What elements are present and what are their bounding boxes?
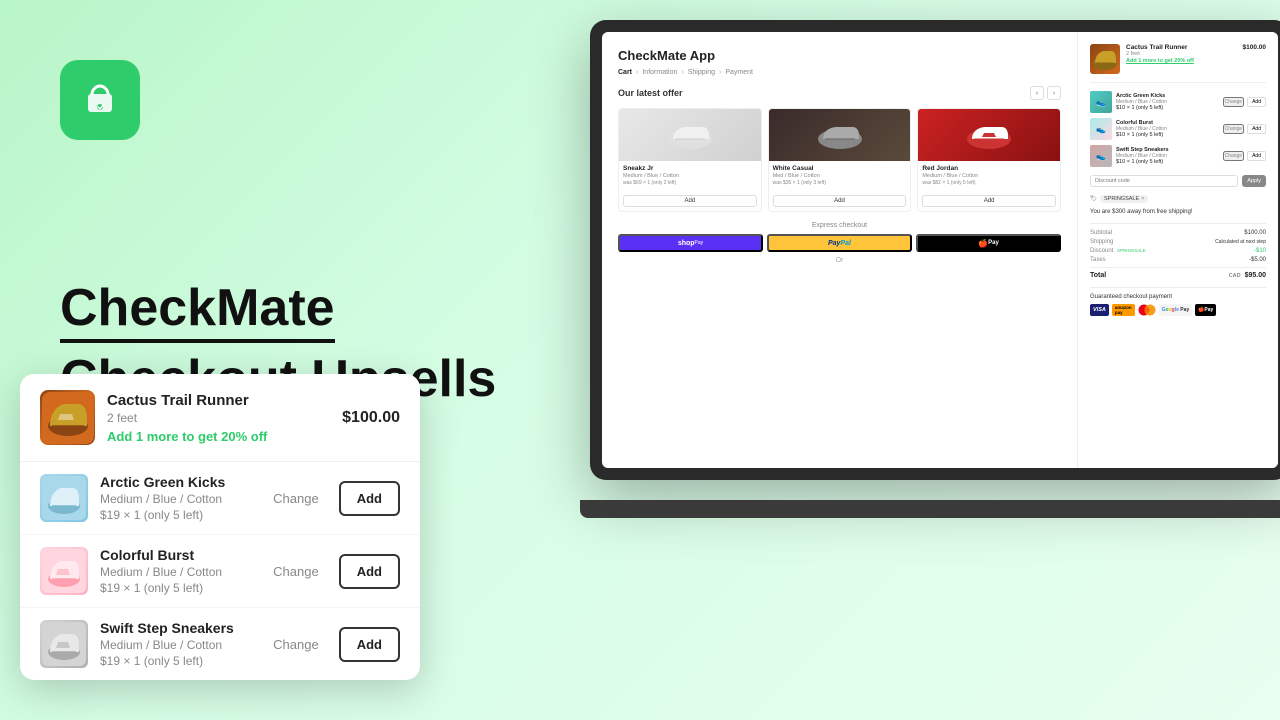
mini-item-image-1: 👟 xyxy=(1090,91,1112,113)
modal-change-button-1[interactable]: Change xyxy=(273,491,319,506)
visa-icon: VISA xyxy=(1090,304,1109,316)
shopay-button[interactable]: shopPay xyxy=(618,234,763,252)
mini-cart-item-1: 👟 Arctic Green Kicks Medium / Blue / Cot… xyxy=(1090,91,1266,113)
mini-item-info-3: Swift Step Sneakers Medium / Blue / Cott… xyxy=(1116,147,1219,165)
modal-item-info-2: Colorful Burst Medium / Blue / Cotton $1… xyxy=(100,547,261,595)
offer-nav: ‹ › xyxy=(1030,86,1061,100)
checkout-app-title: CheckMate App xyxy=(618,48,1061,63)
apple-pay-button[interactable]: 🍎 Pay xyxy=(916,234,1061,252)
or-divider: Or xyxy=(618,257,1061,264)
gpay-icon: Google Pay xyxy=(1159,304,1193,316)
express-checkout: Express checkout shopPay PayPal 🍎 Pay xyxy=(618,222,1061,264)
cart-main-item: Cactus Trail Runner 2 feet Add 1 more to… xyxy=(1090,44,1266,83)
mini-cart-item-3: 👟 Swift Step Sneakers Medium / Blue / Co… xyxy=(1090,145,1266,167)
modal-add-button-1[interactable]: Add xyxy=(339,481,400,516)
remove-coupon-button[interactable]: × xyxy=(1141,196,1144,202)
coupon-tag: 🏷 SPRINGSALE × xyxy=(1090,195,1266,203)
modal-add-button-3[interactable]: Add xyxy=(339,627,400,662)
product-image-3 xyxy=(918,109,1060,161)
product-grid: Sneakz Jr Medium / Blue / Cotton was $69… xyxy=(618,108,1061,212)
app-icon xyxy=(60,60,140,140)
modal-header: Cactus Trail Runner 2 feet Add 1 more to… xyxy=(20,374,420,462)
product-info-1: Sneakz Jr Medium / Blue / Cotton was $69… xyxy=(619,161,761,211)
product-info-2: White Casual Med / Blue / Cotton was $35… xyxy=(769,161,911,211)
checkout-right-panel: Cactus Trail Runner 2 feet Add 1 more to… xyxy=(1078,32,1278,468)
next-button[interactable]: › xyxy=(1047,86,1061,100)
prev-button[interactable]: ‹ xyxy=(1030,86,1044,100)
change-link-2[interactable]: Change xyxy=(1223,124,1245,134)
change-link-3[interactable]: Change xyxy=(1223,151,1245,161)
mini-add-button-3[interactable]: Add xyxy=(1247,151,1266,161)
amazon-pay-icon: amazonpay xyxy=(1112,304,1135,316)
product-card-2: White Casual Med / Blue / Cotton was $35… xyxy=(768,108,912,212)
mini-add-button-1[interactable]: Add xyxy=(1247,97,1266,107)
taxes-row: Taxes -$5.00 xyxy=(1090,257,1266,263)
cart-main-item-details: Cactus Trail Runner 2 feet Add 1 more to… xyxy=(1126,44,1237,64)
modal-item-image-2 xyxy=(40,547,88,595)
product-image-2 xyxy=(769,109,911,161)
right-section: CheckMate App Cart › Information › Shipp… xyxy=(500,0,1280,720)
modal-add-button-2[interactable]: Add xyxy=(339,554,400,589)
product-image-1 xyxy=(619,109,761,161)
mini-item-image-2: 👟 xyxy=(1090,118,1112,140)
guaranteed-section: Guaranteed checkout payment VISA amazonp… xyxy=(1090,287,1266,316)
discount-input[interactable] xyxy=(1090,175,1238,187)
laptop-screen: CheckMate App Cart › Information › Shipp… xyxy=(602,32,1278,468)
product-card-3: Red Jordan Medium / Blue / Cotton was $8… xyxy=(917,108,1061,212)
payment-icons: VISA amazonpay Google xyxy=(1090,304,1266,316)
modal-change-button-2[interactable]: Change xyxy=(273,564,319,579)
subtotal-row: Subtotal $100.00 xyxy=(1090,230,1266,236)
modal-item-3: Swift Step Sneakers Medium / Blue / Cott… xyxy=(20,608,420,680)
modal-product-image xyxy=(40,390,95,445)
modal-item-image-3 xyxy=(40,620,88,668)
coupon-badge: SPRINGSALE × xyxy=(1100,195,1148,203)
apple-pay-cart-icon: 🍎Pay xyxy=(1195,304,1216,316)
laptop: CheckMate App Cart › Information › Shipp… xyxy=(590,20,1280,500)
headline: CheckMate xyxy=(60,280,500,343)
express-buttons: shopPay PayPal 🍎 Pay xyxy=(618,234,1061,252)
mini-item-info-1: Arctic Green Kicks Medium / Blue / Cotto… xyxy=(1116,93,1219,111)
offer-header: Our latest offer ‹ › xyxy=(618,86,1061,100)
cart-main-item-image xyxy=(1090,44,1120,74)
change-link-1[interactable]: Change xyxy=(1223,97,1245,107)
add-sneakzjr-button[interactable]: Add xyxy=(623,195,757,207)
discount-row: Apply xyxy=(1090,175,1266,187)
product-card-1: Sneakz Jr Medium / Blue / Cotton was $69… xyxy=(618,108,762,212)
mini-item-info-2: Colorful Burst Medium / Blue / Cotton $1… xyxy=(1116,120,1219,138)
modal-item-image-1 xyxy=(40,474,88,522)
total-row: Total CAD $95.00 xyxy=(1090,267,1266,279)
mini-item-actions-1: Change Add xyxy=(1223,97,1266,107)
modal-item-info-3: Swift Step Sneakers Medium / Blue / Cott… xyxy=(100,620,261,668)
modal-item-info-1: Arctic Green Kicks Medium / Blue / Cotto… xyxy=(100,474,261,522)
shipping-message: You are $300 away from free shipping! xyxy=(1090,209,1266,215)
laptop-body: CheckMate App Cart › Information › Shipp… xyxy=(590,20,1280,480)
product-info-3: Red Jordan Medium / Blue / Cotton was $8… xyxy=(918,161,1060,211)
price-breakdown: Subtotal $100.00 Shipping Calculated at … xyxy=(1090,223,1266,279)
checkout-left-panel: CheckMate App Cart › Information › Shipp… xyxy=(602,32,1078,468)
apply-button[interactable]: Apply xyxy=(1242,175,1266,187)
mini-cart-item-2: 👟 Colorful Burst Medium / Blue / Cotton … xyxy=(1090,118,1266,140)
paypal-button[interactable]: PayPal xyxy=(767,234,912,252)
modal-header-info: Cactus Trail Runner 2 feet Add 1 more to… xyxy=(107,392,330,444)
laptop-base xyxy=(580,500,1280,518)
mini-item-actions-2: Change Add xyxy=(1223,124,1266,134)
add-redjordan-button[interactable]: Add xyxy=(922,195,1056,207)
mini-item-image-3: 👟 xyxy=(1090,145,1112,167)
modal-item-2: Colorful Burst Medium / Blue / Cotton $1… xyxy=(20,535,420,608)
mini-item-actions-3: Change Add xyxy=(1223,151,1266,161)
add-whitecasual-button[interactable]: Add xyxy=(773,195,907,207)
discount-value-row: Discount SPRINGSALE -$10 xyxy=(1090,248,1266,254)
floating-upsell-modal: Cactus Trail Runner 2 feet Add 1 more to… xyxy=(20,374,420,680)
modal-change-button-3[interactable]: Change xyxy=(273,637,319,652)
mastercard-icon xyxy=(1138,304,1156,316)
breadcrumb: Cart › Information › Shipping › Payment xyxy=(618,69,1061,76)
modal-item-1: Arctic Green Kicks Medium / Blue / Cotto… xyxy=(20,462,420,535)
mini-add-button-2[interactable]: Add xyxy=(1247,124,1266,134)
shipping-row: Shipping Calculated at next step xyxy=(1090,239,1266,245)
